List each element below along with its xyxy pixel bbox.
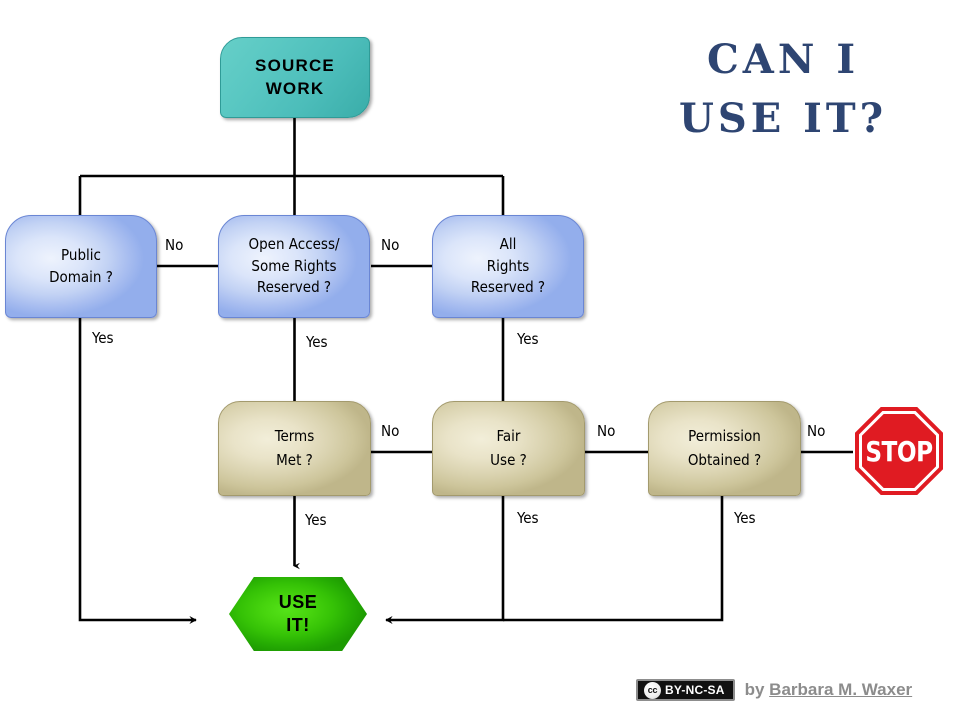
edge-label-no-open-to-all: No — [381, 236, 400, 254]
node-open-access[interactable]: Open Access/ Some Rights Reserved ? — [218, 215, 370, 318]
node-fair-use-line-2: Use ? — [490, 450, 527, 469]
flowchart-canvas: CAN I USE IT? SOURCE WORK Public Domain … — [0, 0, 954, 718]
node-use-it-line-1: USE — [278, 591, 318, 612]
stop-sign-label: STOP — [865, 434, 933, 468]
node-all-rights-line-1: All — [499, 234, 517, 253]
node-use-it-line-2: IT! — [286, 615, 310, 635]
creative-commons-badge[interactable]: cc BY-NC-SA — [636, 679, 735, 701]
node-source-work-line-2: WORK — [265, 78, 325, 98]
edge-label-yes-fair-use: Yes — [517, 509, 539, 527]
node-public-domain-line-2: Domain ? — [49, 267, 113, 286]
page-title: CAN I USE IT? — [618, 30, 948, 148]
cc-license-terms: BY-NC-SA — [665, 683, 725, 697]
node-use-it[interactable]: USE IT! — [229, 577, 367, 651]
node-source-work-line-1: SOURCE — [255, 56, 335, 76]
author-name[interactable]: Barbara M. Waxer — [769, 680, 912, 699]
node-all-rights[interactable]: All Rights Reserved ? — [432, 215, 584, 318]
cc-circle-icon: cc — [644, 681, 661, 699]
edge-fairuse-yes-to-useit — [385, 496, 505, 624]
node-open-access-line-3: Reserved ? — [256, 278, 332, 297]
stop-sign-icon[interactable]: STOP — [853, 405, 945, 497]
title-line-2: USE IT? — [678, 95, 888, 143]
byline-prefix: by — [744, 680, 770, 699]
node-permission-obtained[interactable]: Permission Obtained ? — [648, 401, 801, 496]
title-line-1: CAN I — [706, 36, 860, 83]
node-fair-use-line-1: Fair — [496, 427, 521, 446]
node-public-domain[interactable]: Public Domain ? — [5, 215, 157, 318]
node-use-it-label: USE IT! — [229, 577, 367, 651]
edge-label-yes-permission: Yes — [734, 509, 756, 527]
edge-label-yes-public-domain: Yes — [92, 329, 114, 347]
node-fair-use[interactable]: Fair Use ? — [432, 401, 585, 496]
node-open-access-line-1: Open Access/ — [248, 234, 340, 253]
node-all-rights-line-2: Rights — [486, 256, 530, 275]
edge-label-yes-terms-met: Yes — [305, 511, 327, 529]
edge-label-no-permission-to-stop: No — [807, 422, 826, 440]
node-source-work[interactable]: SOURCE WORK — [220, 37, 370, 118]
node-terms-met-line-2: Met ? — [276, 450, 313, 469]
node-terms-met-line-1: Terms — [274, 427, 315, 446]
edge-label-no-fair-to-permission: No — [597, 422, 616, 440]
node-permission-line-1: Permission — [688, 427, 761, 446]
edge-label-no-public-to-open: No — [165, 236, 184, 254]
edge-label-no-terms-to-fair: No — [381, 422, 400, 440]
edge-public-yes-to-useit — [78, 318, 197, 624]
node-terms-met[interactable]: Terms Met ? — [218, 401, 371, 496]
byline: by Barbara M. Waxer — [745, 680, 913, 700]
node-permission-line-2: Obtained ? — [687, 450, 762, 469]
footer-attribution: cc BY-NC-SA by Barbara M. Waxer — [636, 679, 912, 701]
node-all-rights-line-3: Reserved ? — [470, 278, 546, 297]
edge-label-yes-open-access: Yes — [306, 333, 328, 351]
node-public-domain-line-1: Public — [61, 245, 101, 264]
node-open-access-line-2: Some Rights — [251, 256, 337, 275]
edge-label-yes-all-rights: Yes — [517, 330, 539, 348]
